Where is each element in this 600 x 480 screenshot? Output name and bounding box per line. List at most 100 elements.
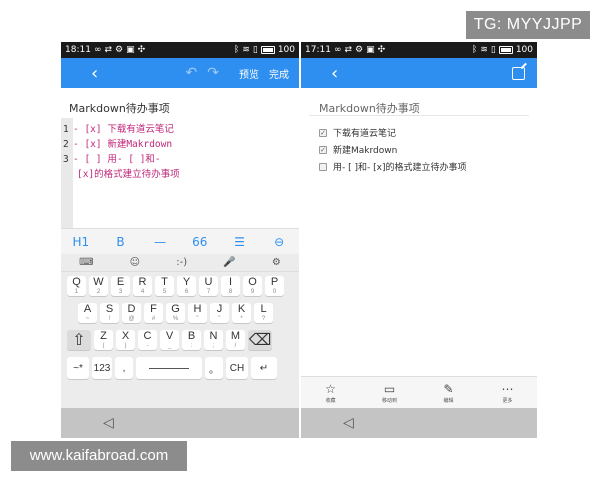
preview-button[interactable]: 预览 <box>239 66 259 81</box>
settings-status-icon: ⚙ <box>114 45 124 55</box>
battery-icon <box>260 46 275 54</box>
nav-back-icon[interactable]: ◁ <box>103 415 114 431</box>
infinity-icon: ∞ <box>333 45 342 55</box>
code-line: 1 - [x] 下载有道云笔记 <box>63 122 180 137</box>
key-alt: / <box>234 343 237 349</box>
line-number: 3 <box>63 154 69 165</box>
period-key[interactable]: 。 <box>205 357 223 379</box>
key-letter: X <box>121 330 130 342</box>
list-icon[interactable]: ☰ <box>224 235 254 249</box>
battery-level: 100 <box>515 45 533 55</box>
checked-checkbox[interactable]: ✓ <box>319 128 327 137</box>
key-g[interactable]: G% <box>166 303 185 323</box>
key-letter: E <box>116 276 125 288</box>
code-line: [x]的格式建立待办事项 <box>63 167 180 182</box>
link-icon[interactable]: ⊖ <box>264 235 294 249</box>
number-key[interactable]: 123 <box>92 357 112 379</box>
key-alt: ( <box>102 343 105 349</box>
key-alt: 3 <box>118 289 123 295</box>
bold-icon[interactable]: B <box>105 235 135 249</box>
key-letter: V <box>165 330 174 342</box>
code-lines: 1 - [x] 下载有道云笔记 2 - [x] 新建Makrdown 3 - [ ] 用-… <box>63 122 180 182</box>
key-n[interactable]: N; <box>204 330 223 350</box>
key-alt: " <box>218 316 221 322</box>
key-letter: T <box>161 276 168 288</box>
heading-icon[interactable]: H1 <box>66 235 96 249</box>
symbol-key[interactable]: ~* <box>67 357 89 379</box>
key-l[interactable]: L? <box>254 303 273 323</box>
key-letter: Q <box>72 276 81 288</box>
key-k[interactable]: K * <box>232 303 251 323</box>
key-letter: B <box>187 330 196 342</box>
key-q[interactable]: Q1 <box>67 276 86 296</box>
more-icon: ⋯ <box>501 381 514 396</box>
bottom-action-label: 更多 <box>502 397 513 404</box>
infinity-icon: ∞ <box>93 45 102 55</box>
key-c[interactable]: C- <box>138 330 157 350</box>
key-m[interactable]: M / <box>226 330 245 350</box>
markdown-editor[interactable]: 1 - [x] 下载有道云笔记 2 - [x] 新建Makrdown 3 - [ ] 用-… <box>61 118 299 228</box>
key-letter: M <box>230 330 241 342</box>
key-o[interactable]: O9 <box>243 276 262 296</box>
key-u[interactable]: U7 <box>199 276 218 296</box>
editor-app-bar: ‹ ↶ ↷ 预览 完成 <box>61 58 299 88</box>
keyboard-icon[interactable]: ⌨ <box>79 257 93 268</box>
key-b[interactable]: B: <box>182 330 201 350</box>
done-button[interactable]: 完成 <box>269 66 289 81</box>
key-v[interactable]: V _ <box>160 330 179 350</box>
key-t[interactable]: T5 <box>155 276 174 296</box>
key-d[interactable]: D @ <box>122 303 141 323</box>
screenshot-canvas: TG: MYYJJPP 18:11 ∞ ⇄ ⚙ ▣ ✣ ᛒ ≋ ▯ 100 ‹ … <box>0 0 600 480</box>
back-icon[interactable]: ‹ <box>91 63 111 84</box>
key-letter: P <box>270 276 279 288</box>
battery-level: 100 <box>277 45 295 55</box>
bottom-action-1[interactable]: ☆ 收藏 <box>311 382 351 404</box>
mic-icon[interactable]: 🎤 <box>223 257 235 268</box>
bottom-action-3[interactable]: ✎ 编辑 <box>429 382 469 404</box>
bottom-action-4[interactable]: ⋯ 更多 <box>488 382 528 404</box>
checked-checkbox[interactable]: ✓ <box>319 145 327 154</box>
delete-key[interactable]: ⌫ <box>248 330 272 350</box>
key-p[interactable]: P0 <box>265 276 284 296</box>
key-alt: 7 <box>206 289 211 295</box>
emoticon-icon[interactable]: :-) <box>176 257 187 268</box>
key-y[interactable]: Y6 <box>177 276 196 296</box>
key-z[interactable]: Z( <box>94 330 113 350</box>
nav-bar: ◁ <box>61 408 299 438</box>
bottom-action-2[interactable]: ▭ 移动到 <box>370 382 410 404</box>
space-key[interactable] <box>136 357 202 379</box>
key-letter: G <box>171 303 180 315</box>
key-r[interactable]: R4 <box>133 276 152 296</box>
key-h[interactable]: H " <box>188 303 207 323</box>
bottom-action-label: 移动到 <box>381 397 397 404</box>
key-s[interactable]: S! <box>100 303 119 323</box>
bottom-action-bar: ☆ 收藏 ▭ 移动到 ✎ 编辑 ⋯ 更多 <box>301 376 537 408</box>
divider-icon[interactable]: — <box>145 235 175 249</box>
key-x[interactable]: X) <box>116 330 135 350</box>
key-letter: F <box>150 303 157 315</box>
nav-back-icon[interactable]: ◁ <box>343 415 354 431</box>
quote-icon[interactable]: 66 <box>185 235 215 249</box>
checkbox[interactable] <box>319 162 327 171</box>
key-j[interactable]: J " <box>210 303 229 323</box>
key-alt: ) <box>124 343 127 349</box>
gear-icon[interactable]: ⚙ <box>272 257 281 268</box>
undo-icon[interactable]: ↶ <box>186 65 198 81</box>
key-e[interactable]: E3 <box>111 276 130 296</box>
key-a[interactable]: A ~ <box>78 303 97 323</box>
enter-key[interactable]: ↵ <box>251 357 277 379</box>
key-i[interactable]: I8 <box>221 276 240 296</box>
image-icon: ▣ <box>126 45 135 55</box>
comma-key[interactable]: , <box>115 357 133 379</box>
emoji-icon[interactable]: ☺ <box>130 257 140 268</box>
back-icon[interactable]: ‹ <box>331 63 351 84</box>
key-letter: S <box>105 303 114 315</box>
language-key[interactable]: CH <box>226 357 248 379</box>
redo-icon[interactable]: ↷ <box>207 65 219 81</box>
share-icon[interactable] <box>512 66 525 80</box>
shift-key[interactable]: ⇧ <box>67 330 91 350</box>
key-w[interactable]: W2 <box>89 276 108 296</box>
key-letter: H <box>193 303 202 315</box>
key-f[interactable]: F # <box>144 303 163 323</box>
note-title[interactable]: Markdown待办事项 <box>61 88 299 118</box>
